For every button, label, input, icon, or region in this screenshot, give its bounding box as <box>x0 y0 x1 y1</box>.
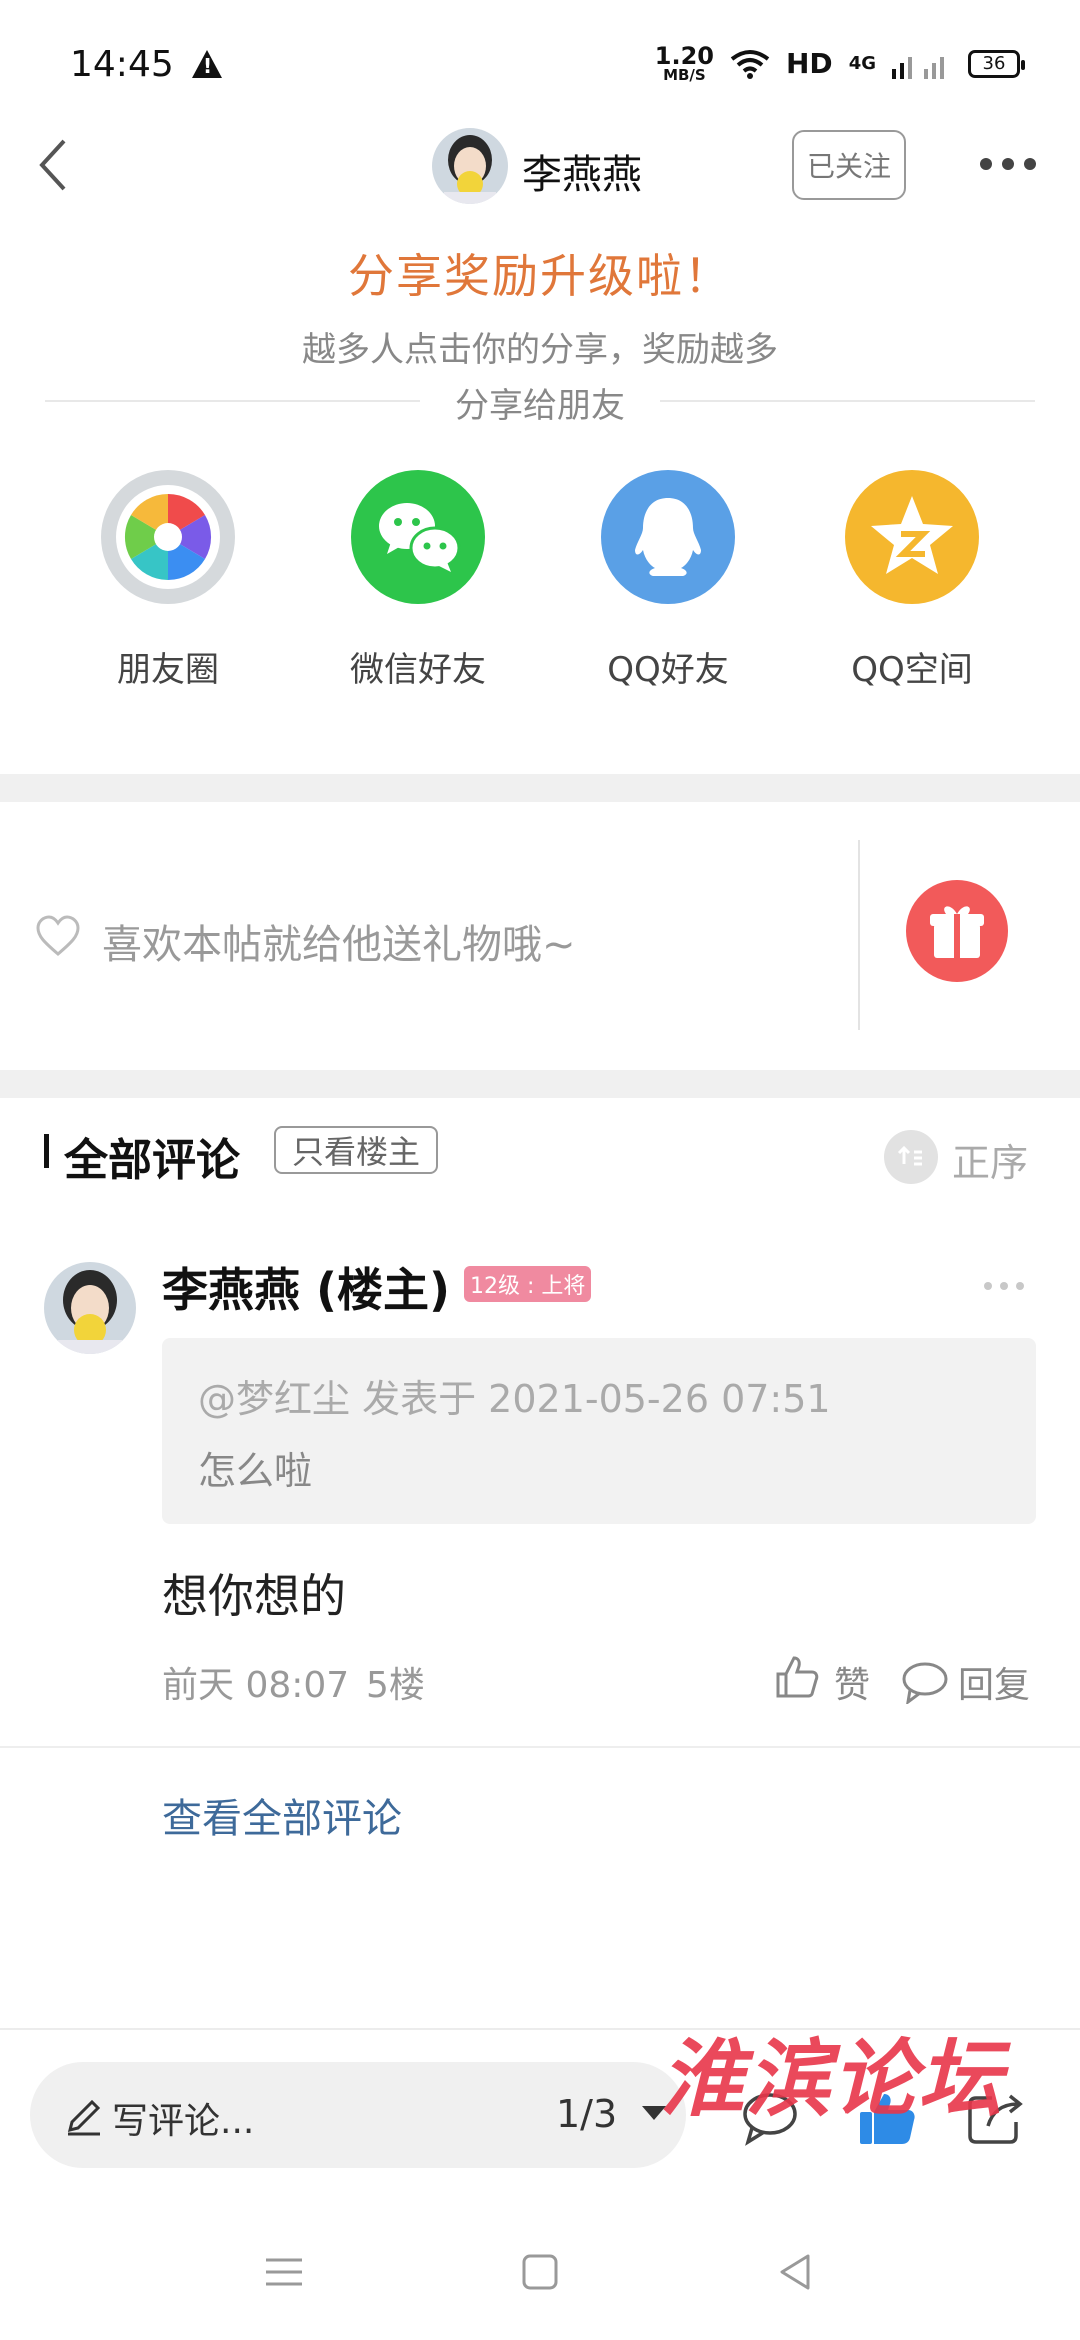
comments-title: 全部评论 <box>44 1124 240 1188</box>
only-owner-button[interactable]: 只看楼主 <box>274 1126 439 1174</box>
moments-icon <box>101 470 235 604</box>
share-reward-title: 分享奖励升级啦！ <box>348 249 732 303</box>
write-comment-placeholder: 写评论... <box>112 2101 255 2142</box>
share-label: QQ空间 <box>851 650 973 690</box>
back-arrow-icon[interactable] <box>30 135 80 195</box>
wifi-icon <box>730 49 770 79</box>
qq-icon <box>601 470 735 604</box>
quote-text: 怎么啦 <box>198 1449 313 1493</box>
comment-time: 前天 08:07 <box>162 1665 350 1706</box>
divider <box>0 1746 1080 1748</box>
sort-icon[interactable] <box>884 1130 938 1184</box>
comment-body: 想你想的 <box>162 1569 346 1623</box>
share-moments[interactable]: 朋友圈 <box>58 470 278 691</box>
wechat-icon <box>351 470 485 604</box>
home-icon[interactable] <box>518 2250 562 2294</box>
gift-prompt[interactable]: 喜欢本帖就给他送礼物哦~ <box>102 912 576 970</box>
comment-more-icon[interactable] <box>984 1282 1024 1290</box>
menu-icon[interactable] <box>262 2250 306 2294</box>
avatar-image <box>432 128 508 204</box>
owner-avatar[interactable] <box>432 128 508 204</box>
status-indicators: 1.20 MB/S HD 4G 36 <box>655 44 1025 83</box>
back-triangle-icon[interactable] <box>774 2250 818 2294</box>
warning-icon <box>192 50 222 78</box>
reply-bubble-icon[interactable] <box>900 1660 950 1704</box>
divider <box>858 840 860 1030</box>
sort-order-label[interactable]: 正序 <box>952 1132 1028 1187</box>
share-qq[interactable]: QQ好友 <box>558 470 778 691</box>
share-reward-subtitle: 越多人点击你的分享，奖励越多 <box>302 330 778 370</box>
view-all-comments-link[interactable]: 查看全部评论 <box>162 1786 402 1844</box>
quote-meta: @梦红尘 发表于 2021-05-26 07:51 <box>198 1377 831 1421</box>
owner-name[interactable]: 李燕燕 <box>522 142 642 200</box>
commenter-name[interactable]: 李燕燕 (楼主) <box>162 1254 450 1320</box>
comment-floor: 5楼 <box>366 1665 425 1706</box>
more-options-icon[interactable] <box>980 158 1036 174</box>
section-gap <box>0 774 1080 802</box>
share-label: 微信好友 <box>350 650 486 690</box>
write-comment-input[interactable]: 写评论... 1/3 <box>30 2062 686 2168</box>
forum-watermark: 淮滨论坛 <box>660 2029 1005 2128</box>
signal-icon <box>892 56 944 79</box>
status-time: 14:45 <box>70 44 174 85</box>
share-label: 朋友圈 <box>117 650 219 690</box>
gift-icon <box>930 906 984 958</box>
follow-button[interactable]: 已关注 <box>792 130 906 200</box>
share-wechat[interactable]: 微信好友 <box>308 470 528 691</box>
avatar[interactable] <box>44 1262 136 1354</box>
page-indicator[interactable]: 1/3 <box>556 2092 617 2136</box>
share-to-friends-label: 分享给朋友 <box>455 386 625 426</box>
level-badge: 12级 : 上将 <box>464 1266 592 1302</box>
quoted-comment[interactable]: @梦红尘 发表于 2021-05-26 07:51 怎么啦 <box>162 1338 1036 1524</box>
network-speed: 1.20 MB/S <box>655 44 714 83</box>
qzone-icon <box>845 470 979 604</box>
network-speed-value: 1.20 <box>654 42 714 70</box>
reply-label[interactable]: 回复 <box>958 1656 1030 1708</box>
network-speed-unit: MB/S <box>663 66 706 84</box>
avatar-image <box>44 1262 136 1354</box>
like-label[interactable]: 赞 <box>834 1656 870 1708</box>
comments-title-text: 全部评论 <box>64 1135 240 1186</box>
signal-type-label: 4G <box>848 53 876 74</box>
heart-icon[interactable] <box>34 912 82 960</box>
thumbs-up-icon[interactable] <box>772 1652 822 1702</box>
section-gap <box>0 1070 1080 1098</box>
share-label: QQ好友 <box>607 650 729 690</box>
pen-icon <box>67 2099 101 2136</box>
hd-label: HD <box>786 47 833 80</box>
gift-button[interactable] <box>906 880 1008 982</box>
share-qzone[interactable]: QQ空间 <box>802 470 1022 691</box>
status-bar: 14:45 1.20 MB/S HD 4G 36 <box>0 0 1080 120</box>
battery-indicator: 36 <box>968 49 1025 78</box>
